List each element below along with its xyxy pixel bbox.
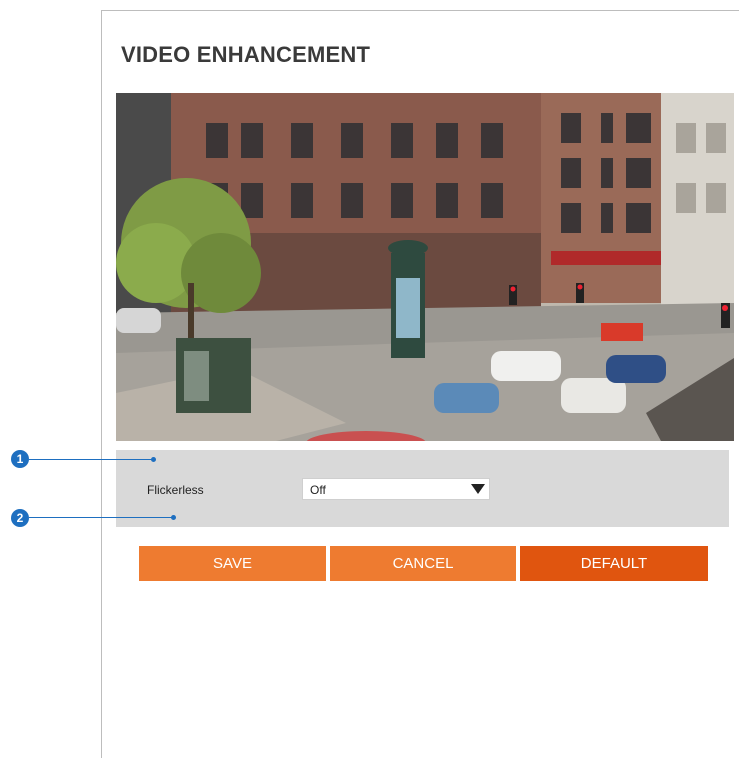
flickerless-select[interactable]: Off <box>302 478 490 500</box>
callout-badge-2: 2 <box>11 509 29 527</box>
panel-border-top <box>101 10 739 11</box>
flickerless-selected-value: Off <box>310 483 326 497</box>
dropdown-arrow-icon <box>471 484 485 494</box>
panel-border <box>101 10 102 758</box>
flickerless-label: Flickerless <box>147 483 204 497</box>
save-button[interactable]: SAVE <box>139 546 326 581</box>
callout-badge-1: 1 <box>11 450 29 468</box>
callout-dot-1 <box>151 457 156 462</box>
default-button[interactable]: DEFAULT <box>520 546 708 581</box>
callout-line-2 <box>29 517 173 518</box>
callout-dot-2 <box>171 515 176 520</box>
callout-line-1 <box>29 459 153 460</box>
cancel-button[interactable]: CANCEL <box>330 546 516 581</box>
page-title: VIDEO ENHANCEMENT <box>121 42 371 67</box>
live-video-preview <box>116 93 734 441</box>
